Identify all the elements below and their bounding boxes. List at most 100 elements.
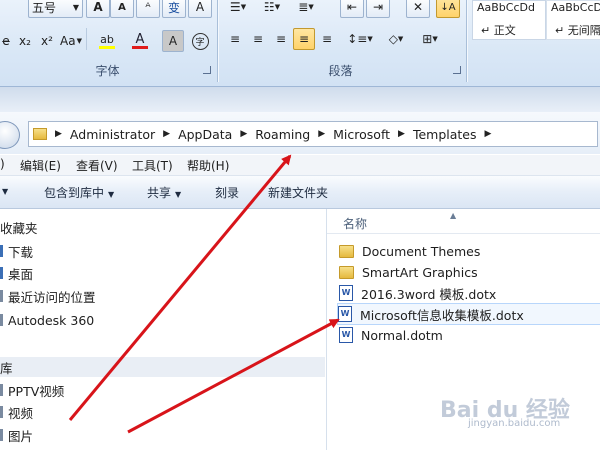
chevron-right-icon[interactable]: ▶ <box>240 129 247 139</box>
bullets-button[interactable]: ☰ ▼ <box>222 0 254 18</box>
superscript-button[interactable]: x² <box>36 30 58 52</box>
chevron-down-icon: ▼ <box>367 35 373 43</box>
breadcrumb-templates[interactable]: Templates <box>405 127 485 142</box>
nav-item-pictures[interactable]: 图片 <box>0 425 33 445</box>
style-normal[interactable]: AaBbCcDd ↵ 正文 <box>472 0 546 40</box>
shrink-font-button[interactable]: A <box>110 0 134 18</box>
multilevel-list-icon: ≣ <box>298 0 309 14</box>
align-left-button[interactable]: ≡ <box>224 28 246 50</box>
enclose-char-button[interactable]: 字 <box>188 30 212 52</box>
font-group-label: 字体 <box>95 64 120 78</box>
line-spacing-button[interactable]: ↕≡ ▼ <box>344 28 376 50</box>
new-folder-button[interactable]: 新建文件夹 <box>268 184 328 201</box>
breadcrumb-appdata[interactable]: AppData <box>170 127 240 142</box>
address-bar[interactable]: ▶ Administrator ▶ AppData ▶ Roaming ▶ Mi… <box>28 121 598 147</box>
multilevel-list-button[interactable]: ≣ ▼ <box>290 0 322 18</box>
char-border-button[interactable]: A <box>188 0 212 18</box>
menu-view[interactable]: 查看(V) <box>76 157 118 174</box>
chevron-right-icon[interactable]: ▶ <box>485 129 492 139</box>
menu-help[interactable]: 帮助(H) <box>187 157 229 174</box>
burn-button[interactable]: 刻录 <box>215 184 239 201</box>
font-dialog-launcher-icon[interactable] <box>203 66 211 74</box>
nav-item-autodesk[interactable]: Autodesk 360 <box>0 310 94 330</box>
font-color-icon: A <box>135 32 145 47</box>
chevron-right-icon[interactable]: ▶ <box>398 129 405 139</box>
chevron-right-icon[interactable]: ▶ <box>163 129 170 139</box>
paragraph-group-label: 段落 <box>328 64 353 78</box>
sort-icon: ↓A <box>440 1 456 13</box>
desktop-icon <box>0 267 3 279</box>
phonetic-guide-button[interactable]: 变 <box>162 0 186 18</box>
file-row-document-themes[interactable]: Document Themes <box>339 241 600 261</box>
chevron-down-icon[interactable]: ▼ <box>2 187 8 196</box>
word-document-icon: W <box>339 327 353 343</box>
nav-item-label: 桌面 <box>8 266 34 282</box>
increase-indent-button[interactable]: ⇥ <box>366 0 390 18</box>
paragraph-dialog-launcher-icon[interactable] <box>453 66 461 74</box>
style-name: ↵ 无间隔 <box>555 24 600 37</box>
chinese-layout-button[interactable]: ✕ <box>406 0 430 18</box>
nav-item-desktop[interactable]: 桌面 <box>0 263 33 283</box>
paint-bucket-icon: ◇ <box>388 32 398 46</box>
share-button[interactable]: 共享 ▼ <box>147 184 181 201</box>
nav-item-label: 图片 <box>8 428 34 444</box>
column-header-name[interactable]: 名称 <box>343 215 367 232</box>
menu-edit[interactable]: 编辑(E) <box>20 157 61 174</box>
window-gap <box>0 87 600 112</box>
sort-button[interactable]: ↓A <box>436 0 460 18</box>
nav-item-downloads[interactable]: 下载 <box>0 241 33 261</box>
numbering-button[interactable]: ☷ ▼ <box>256 0 288 18</box>
breadcrumb-administrator[interactable]: Administrator <box>62 127 163 142</box>
font-size-value: 五号 <box>32 0 57 15</box>
justify-button[interactable]: ≡ <box>293 28 315 50</box>
include-in-library-button[interactable]: 包含到库中 ▼ <box>44 184 114 201</box>
breadcrumb-microsoft[interactable]: Microsoft <box>325 127 398 142</box>
char-shading-button[interactable]: A <box>162 30 184 52</box>
style-no-spacing[interactable]: AaBbCcD ↵ 无间隔 <box>546 0 600 40</box>
file-row-smartart-graphics[interactable]: SmartArt Graphics <box>339 262 600 282</box>
clear-format-button[interactable]: ᴬ <box>136 0 160 18</box>
folder-icon <box>339 244 354 258</box>
chevron-down-icon: ▼ <box>76 37 82 45</box>
align-center-button[interactable]: ≡ <box>247 28 269 50</box>
file-name: SmartArt Graphics <box>362 264 478 280</box>
nav-libraries[interactable]: 库 <box>0 357 325 377</box>
chevron-right-icon[interactable]: ▶ <box>318 129 325 139</box>
shading-button[interactable]: ◇ ▼ <box>380 28 412 50</box>
nav-item-label: 下载 <box>8 244 34 260</box>
file-row-2016-template[interactable]: W 2016.3word 模板.dotx <box>339 283 600 303</box>
nav-libraries-label: 库 <box>0 360 13 376</box>
chevron-down-icon: ▼ <box>308 3 314 11</box>
distributed-button[interactable]: ≡ <box>316 28 338 50</box>
chevron-down-icon: ▼ <box>108 190 115 199</box>
nav-favorites[interactable]: 收藏夹 <box>0 217 38 237</box>
text-highlight-button[interactable]: ab <box>90 30 124 52</box>
change-case-icon: Aa <box>60 34 76 48</box>
breadcrumb-roaming[interactable]: Roaming <box>247 127 318 142</box>
menu-tools[interactable]: 工具(T) <box>132 157 173 174</box>
ribbon-separator <box>86 28 87 50</box>
grow-font-button[interactable]: A <box>86 0 110 18</box>
word-document-icon: W <box>338 306 352 322</box>
subscript-button[interactable]: x₂ <box>14 30 36 52</box>
decrease-indent-button[interactable]: ⇤ <box>340 0 364 18</box>
chevron-down-icon: ▼ <box>432 35 438 43</box>
borders-icon: ⊞ <box>422 32 433 46</box>
borders-button[interactable]: ⊞ ▼ <box>414 28 446 50</box>
autodesk-icon <box>0 314 3 326</box>
back-button[interactable] <box>0 121 20 149</box>
file-row-normal-dotm[interactable]: W Normal.dotm <box>339 325 600 345</box>
font-color-button[interactable]: A <box>124 30 156 52</box>
nav-item-label: 视频 <box>8 405 34 421</box>
file-row-microsoft-info-template[interactable]: W Microsoft信息收集模板.dotx <box>337 303 600 325</box>
align-right-button[interactable]: ≡ <box>270 28 292 50</box>
font-size-dropdown[interactable]: 五号 ▼ <box>28 0 83 18</box>
nav-item-videos[interactable]: 视频 <box>0 402 33 422</box>
nav-item-label: PPTV视频 <box>8 383 65 399</box>
group-separator <box>466 0 467 82</box>
change-case-button[interactable]: Aa ▼ <box>58 30 84 52</box>
nav-item-pptv[interactable]: PPTV视频 <box>0 380 64 400</box>
strikethrough-button[interactable]: e <box>0 30 14 52</box>
nav-item-recent-places[interactable]: 最近访问的位置 <box>0 286 96 306</box>
style-sample: AaBbCcDd <box>477 1 535 14</box>
